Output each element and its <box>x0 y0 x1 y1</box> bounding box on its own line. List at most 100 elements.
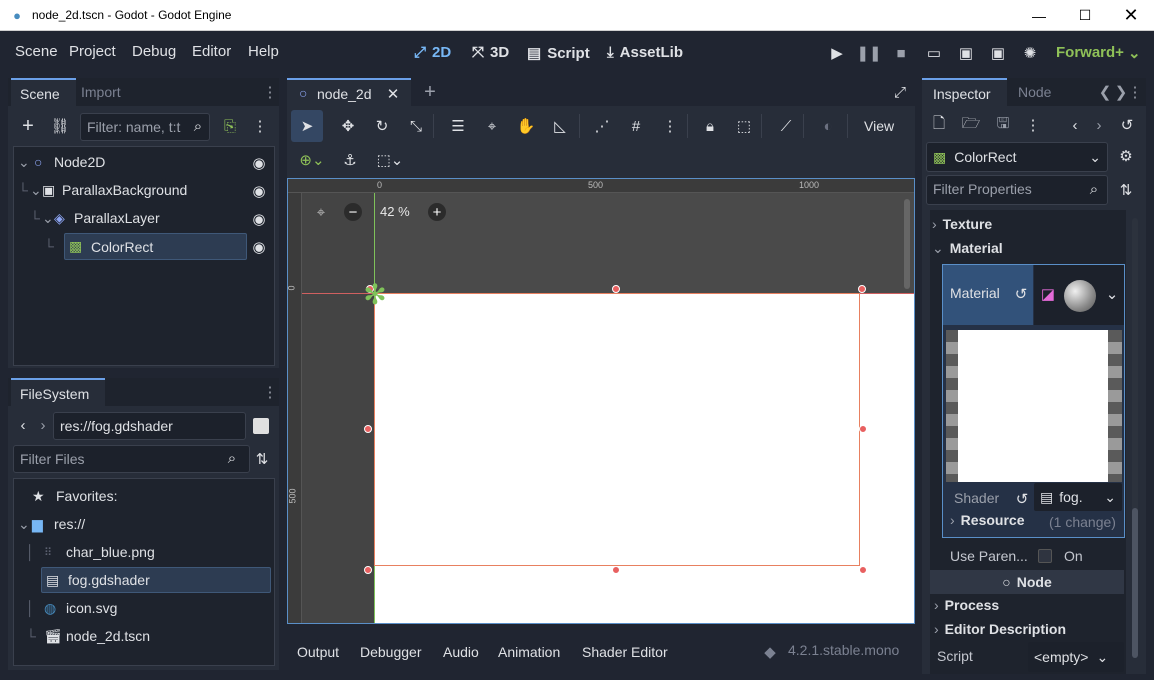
tab-scene[interactable]: Scene <box>11 78 76 106</box>
resize-handle[interactable] <box>858 285 866 293</box>
file-item[interactable]: │ ⠿ char_blue.png <box>26 538 266 566</box>
play-scene-icon[interactable]: ▣ <box>956 44 976 62</box>
new-resource-icon[interactable]: 🗋︎ <box>930 115 948 135</box>
resize-handle[interactable] <box>859 566 867 574</box>
zoom-level[interactable]: 42 % <box>380 204 410 219</box>
dock-menu-icon[interactable]: ⋮ <box>263 382 278 402</box>
menu-project[interactable]: Project <box>69 43 116 60</box>
tab-animation[interactable]: Animation <box>498 644 560 660</box>
mode-2d-button[interactable]: ⤢ 2D <box>414 44 451 61</box>
tab-node[interactable]: Node <box>1018 84 1051 100</box>
snap-options-icon[interactable]: ⋮ <box>661 116 679 136</box>
anchor-preset-icon[interactable]: ⊕⌄ <box>297 150 327 170</box>
script-resource-picker[interactable]: <empty> ⌄ <box>1028 642 1124 672</box>
shader-resource-picker[interactable]: ▤ fog. ⌄ <box>1034 483 1122 511</box>
rotate-mode-icon[interactable]: ↻ <box>373 116 391 136</box>
view-menu-button[interactable]: View <box>864 118 894 134</box>
open-resource-icon[interactable]: 🗁︎ <box>962 115 981 135</box>
history-icon[interactable]: ↺ <box>1118 115 1136 135</box>
remote-debug-icon[interactable]: ▭ <box>924 44 944 62</box>
ruler-horizontal[interactable]: 0 500 1000 <box>288 179 914 193</box>
path-input[interactable]: res://fog.gdshader <box>53 412 246 440</box>
tab-audio[interactable]: Audio <box>443 644 479 660</box>
select-mode-icon[interactable]: ➤ <box>291 110 323 142</box>
camera-override-icon[interactable]: ◐ <box>819 116 837 136</box>
lock-icon[interactable]: 🔒︎ <box>701 116 719 136</box>
tab-output[interactable]: Output <box>297 644 339 660</box>
resize-handle[interactable] <box>859 425 867 433</box>
bone-icon[interactable]: ⟋ <box>777 116 795 136</box>
anchor-icon[interactable]: ⚓︎ <box>341 150 359 170</box>
version-label[interactable]: 4.2.1.stable.mono <box>788 642 899 658</box>
toggle-split-icon[interactable] <box>253 418 269 434</box>
revert-icon[interactable]: ↺ <box>1013 285 1029 303</box>
favorites-item[interactable]: ★ Favorites: <box>32 482 262 510</box>
movie-maker-icon[interactable]: ✺ <box>1020 44 1040 62</box>
resize-handle[interactable] <box>612 566 620 574</box>
file-item-selected[interactable]: ▤ fog.gdshader <box>41 567 271 593</box>
nav-forward-icon[interactable]: › <box>36 416 50 434</box>
tab-shader-editor[interactable]: Shader Editor <box>582 644 668 660</box>
sort-icon[interactable]: ⇅ <box>252 449 272 469</box>
tree-node-parallaxlayer[interactable]: └ ⌄ ◈ ParallaxLayer <box>30 204 268 232</box>
property-filter-input[interactable]: Filter Properties <box>926 175 1108 205</box>
add-node-icon[interactable]: + <box>18 115 38 137</box>
new-tab-icon[interactable]: + <box>421 81 439 103</box>
center-view-icon[interactable]: ⌖ <box>312 203 330 221</box>
folder-res[interactable]: ⌄ ▆ res:// <box>18 510 258 538</box>
save-resource-icon[interactable]: 🖫︎ <box>994 115 1012 135</box>
menu-editor[interactable]: Editor <box>192 43 231 60</box>
menu-debug[interactable]: Debug <box>132 43 176 60</box>
tab-debugger[interactable]: Debugger <box>360 644 422 660</box>
revert-icon[interactable]: ↺ <box>1014 490 1030 508</box>
move-mode-icon[interactable]: ✥ <box>339 116 357 136</box>
pause-icon[interactable]: ❚❚ <box>856 44 881 62</box>
tab-inspector[interactable]: Inspector <box>922 78 1007 106</box>
file-item[interactable]: │ ◍ icon.svg <box>26 594 266 622</box>
close-tab-icon[interactable]: ✕ <box>385 85 401 103</box>
vertical-scrollbar[interactable] <box>904 199 910 289</box>
section-texture[interactable]: › Texture <box>932 216 992 232</box>
section-resource[interactable]: › Resource <box>950 512 1024 528</box>
canvas-viewport[interactable]: 0 500 1000 0 500 ✻ ⌖ − 42 % + <box>287 178 915 624</box>
stop-icon[interactable]: ■ <box>892 44 910 62</box>
pan-icon[interactable]: ✋ <box>517 116 536 136</box>
resource-menu-icon[interactable]: ⋮ <box>1026 115 1041 135</box>
renderer-select[interactable]: Forward+ ⌄ <box>1056 44 1141 62</box>
menu-help[interactable]: Help <box>248 43 279 60</box>
ruler-icon[interactable]: ◺ <box>551 116 569 136</box>
file-filter-input[interactable]: Filter Files <box>13 445 250 473</box>
mode-assetlib-button[interactable]: ⤓ AssetLib <box>607 44 683 61</box>
zoom-out-icon[interactable]: − <box>344 203 362 221</box>
menu-scene[interactable]: Scene <box>15 43 58 60</box>
inspector-scrollbar[interactable] <box>1132 218 1138 658</box>
resize-handle[interactable] <box>612 285 620 293</box>
distraction-free-icon[interactable]: ⤢ <box>891 82 909 102</box>
visibility-eye-icon[interactable]: ◉ <box>250 182 268 200</box>
link-icon[interactable]: ⛓ <box>50 116 70 136</box>
file-item[interactable]: └ 🎬︎ node_2d.tscn <box>26 622 266 650</box>
object-selector[interactable]: ▩ ColorRect ⌄ <box>926 142 1108 172</box>
section-process[interactable]: › Process <box>934 597 999 613</box>
pivot-icon[interactable]: ⌖ <box>483 116 501 136</box>
pivot-gizmo-icon[interactable]: ✻ <box>360 279 390 310</box>
history-back-icon[interactable]: ‹ <box>1068 115 1082 135</box>
maximize-icon[interactable]: ☐ <box>1062 0 1108 31</box>
container-sizing-icon[interactable]: ⬚⌄ <box>373 150 407 170</box>
scale-mode-icon[interactable]: ⤡ <box>407 116 425 136</box>
tab-filesystem[interactable]: FileSystem <box>11 378 105 406</box>
play-custom-icon[interactable]: ▣ <box>988 44 1008 62</box>
close-icon[interactable]: ✕ <box>1108 0 1154 31</box>
tree-node-parallaxbackground[interactable]: └ ⌄ ▣ ParallaxBackground <box>18 176 268 204</box>
play-icon[interactable]: ▶ <box>828 44 846 62</box>
instance-scene-icon[interactable]: ⎘ <box>220 116 240 136</box>
dock-right-icon[interactable]: ❯ <box>1114 83 1128 101</box>
resize-handle[interactable] <box>364 566 372 574</box>
inspector-options-icon[interactable]: ⇅ <box>1116 180 1136 200</box>
dock-menu-icon[interactable]: ⋮ <box>1128 82 1143 102</box>
nav-back-icon[interactable]: ‹ <box>16 416 30 434</box>
visibility-eye-icon[interactable]: ◉ <box>250 210 268 228</box>
section-material[interactable]: ⌄ Material <box>932 240 1003 257</box>
mode-3d-button[interactable]: ⤧ 3D <box>472 44 509 61</box>
dock-menu-icon[interactable]: ⋮ <box>263 82 278 102</box>
